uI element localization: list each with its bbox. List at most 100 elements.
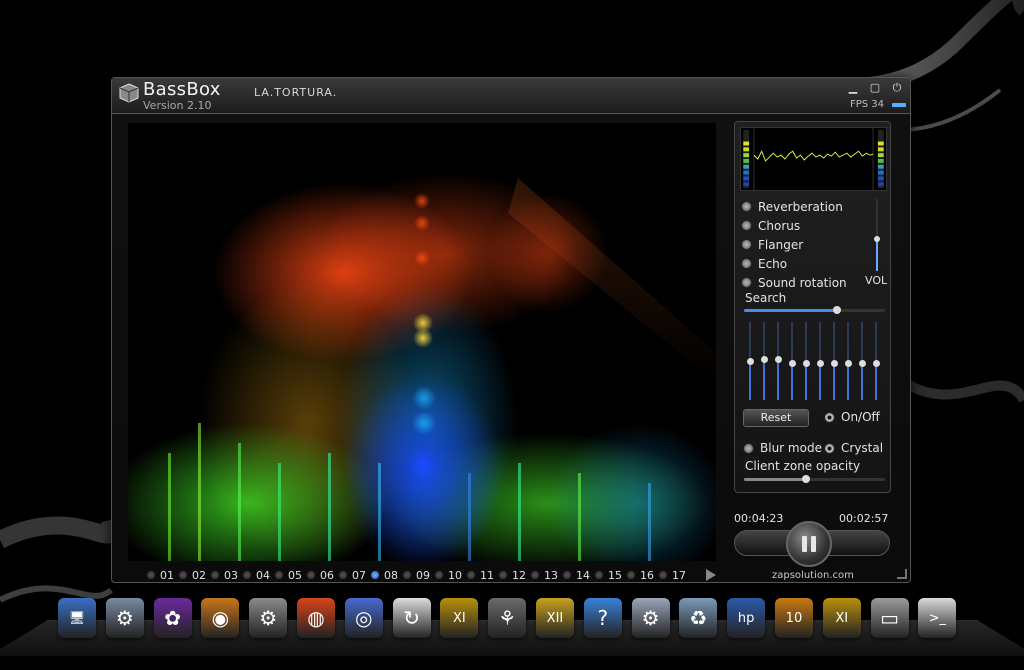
track-09[interactable]: 09 <box>402 569 430 582</box>
eq-band-knob[interactable] <box>872 359 880 367</box>
track-dot-icon[interactable] <box>466 570 476 580</box>
track-11[interactable]: 11 <box>466 569 494 582</box>
track-10[interactable]: 10 <box>434 569 462 582</box>
volume-fill <box>876 238 878 271</box>
track-dot-icon[interactable] <box>626 570 636 580</box>
eq-band-knob[interactable] <box>760 355 768 363</box>
track-08[interactable]: 08 <box>370 569 398 582</box>
track-04[interactable]: 04 <box>242 569 270 582</box>
film-reel-icon[interactable]: ⚘ <box>488 598 527 638</box>
track-dot-icon[interactable] <box>178 570 188 580</box>
eq-band-knob[interactable] <box>816 359 824 367</box>
computer-icon[interactable]: 🖥 <box>58 598 96 638</box>
track-14[interactable]: 14 <box>562 569 590 582</box>
next-track-icon[interactable] <box>706 569 716 581</box>
search-slider-knob[interactable] <box>833 306 842 314</box>
eq-band-fill <box>777 358 779 400</box>
blur-radio-icon[interactable] <box>743 442 754 454</box>
track-07[interactable]: 07 <box>338 569 366 582</box>
track-12[interactable]: 12 <box>498 569 526 582</box>
track-16[interactable]: 16 <box>626 569 654 582</box>
track-15[interactable]: 15 <box>594 569 622 582</box>
picasa-icon[interactable]: ✿ <box>153 598 192 638</box>
eq-band-fill <box>819 362 821 400</box>
eq-band-knob[interactable] <box>858 359 866 367</box>
eq-band-knob[interactable] <box>844 359 852 367</box>
eq-band-knob[interactable] <box>830 359 838 367</box>
track-dot-icon[interactable] <box>434 570 444 580</box>
power-icon[interactable]: ⏻ <box>890 81 904 95</box>
blur-mode-option[interactable]: Blur mode <box>743 441 822 455</box>
track-03[interactable]: 03 <box>210 569 238 582</box>
effect-reverberation[interactable]: Reverberation <box>741 197 847 216</box>
effect-radio-icon[interactable] <box>741 277 752 288</box>
windev-xii-icon[interactable]: XII <box>535 598 574 638</box>
track-number: 15 <box>608 568 622 582</box>
speaker-icon[interactable]: ◎ <box>344 598 383 638</box>
gears-blue-icon[interactable]: ⚙ <box>631 598 670 638</box>
fps-indicator <box>892 103 906 107</box>
effect-radio-icon[interactable] <box>741 258 752 269</box>
windev-xi-icon[interactable]: XI <box>440 598 479 638</box>
eq-band-knob[interactable] <box>788 359 796 367</box>
opacity-slider-knob[interactable] <box>802 475 811 483</box>
refresh-icon[interactable]: ↻ <box>392 598 431 638</box>
track-06[interactable]: 06 <box>306 569 334 582</box>
track-dot-icon[interactable] <box>210 570 220 580</box>
effect-radio-icon[interactable] <box>741 220 752 231</box>
track-01[interactable]: 01 <box>146 569 174 582</box>
effect-sound-rotation[interactable]: Sound rotation <box>741 273 847 292</box>
track-dot-icon[interactable] <box>594 570 604 580</box>
maximize-icon[interactable]: ▢ <box>868 81 882 95</box>
recycle-bin-icon[interactable]: ♻ <box>679 598 718 638</box>
windev-xi-2-icon[interactable]: XI <box>822 598 861 638</box>
track-05[interactable]: 05 <box>274 569 302 582</box>
visualizer-canvas[interactable] <box>128 123 716 561</box>
volume-slider-knob[interactable] <box>874 235 880 242</box>
onoff-radio-icon[interactable] <box>824 411 835 423</box>
settings-doc-icon[interactable]: ⚙ <box>105 598 144 638</box>
crystal-option[interactable]: Crystal <box>824 441 883 455</box>
effect-radio-icon[interactable] <box>741 201 752 212</box>
effect-flanger[interactable]: Flanger <box>741 235 847 254</box>
terminal-icon[interactable]: >_ <box>918 598 957 638</box>
gears-icon[interactable]: ⚙ <box>249 598 288 638</box>
track-dot-icon[interactable] <box>402 570 412 580</box>
resize-grip-icon[interactable] <box>897 569 907 579</box>
track-number: 14 <box>576 568 590 582</box>
windev-10-icon[interactable]: 10 <box>774 598 813 638</box>
track-number: 03 <box>224 568 238 582</box>
track-02[interactable]: 02 <box>178 569 206 582</box>
title-bar[interactable]: BassBox LA.TORTURA. Version 2.10 ▁ ▢ ⏻ F… <box>112 78 910 114</box>
help-icon[interactable]: ? <box>583 598 622 638</box>
track-dot-icon[interactable] <box>306 570 316 580</box>
track-13[interactable]: 13 <box>530 569 558 582</box>
track-dot-icon[interactable] <box>498 570 508 580</box>
crystal-radio-icon[interactable] <box>824 442 835 454</box>
eq-band-knob[interactable] <box>802 359 810 367</box>
minimize-icon[interactable]: ▁ <box>846 81 860 95</box>
pause-button[interactable] <box>786 521 832 567</box>
equalizer-onoff[interactable]: On/Off <box>824 410 880 424</box>
hp-icon[interactable]: hp <box>727 598 766 638</box>
reset-button[interactable]: Reset <box>743 409 809 427</box>
drive-icon[interactable]: ▭ <box>870 598 909 638</box>
track-dot-icon[interactable] <box>370 570 380 580</box>
track-dot-icon[interactable] <box>562 570 572 580</box>
effect-chorus[interactable]: Chorus <box>741 216 847 235</box>
effect-echo[interactable]: Echo <box>741 254 847 273</box>
track-dot-icon[interactable] <box>530 570 540 580</box>
brand-link[interactable]: zapsolution.com <box>772 570 854 581</box>
eq-band-knob[interactable] <box>746 358 754 365</box>
track-dot-icon[interactable] <box>338 570 348 580</box>
firefox-icon[interactable]: ◍ <box>296 598 335 638</box>
track-dot-icon[interactable] <box>146 570 156 580</box>
effect-radio-icon[interactable] <box>741 239 752 250</box>
search-fill <box>744 309 838 312</box>
eq-band-knob[interactable] <box>774 355 782 363</box>
track-dot-icon[interactable] <box>274 570 284 580</box>
track-17[interactable]: 17 <box>658 569 686 582</box>
track-dot-icon[interactable] <box>242 570 252 580</box>
disc-burner-icon[interactable]: ◉ <box>201 598 240 638</box>
track-dot-icon[interactable] <box>658 570 668 580</box>
